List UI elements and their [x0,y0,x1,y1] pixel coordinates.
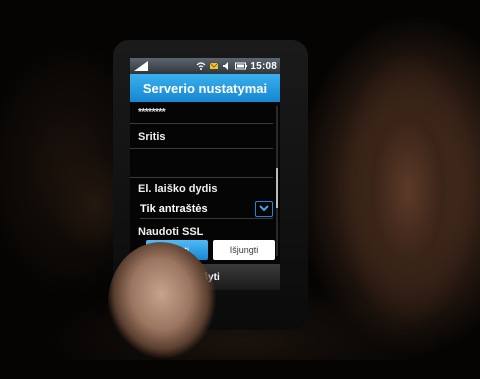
message-icon [210,62,219,69]
settings-list: ******** Sritis El. laiško dydis Tik ant… [130,102,280,262]
right-hand [300,40,480,340]
domain-label: Sritis [138,131,166,143]
ssl-label: Naudoti SSL [138,226,204,238]
battery-icon [235,62,248,70]
signal-icon [134,61,148,71]
page-title: Serverio nustatymai [130,74,280,102]
status-bar: 15:08 [130,58,280,74]
chevron-down-icon[interactable] [255,200,273,217]
domain-field[interactable] [130,149,273,178]
mail-size-selected: Tik antraštės [140,202,208,215]
speaker-icon [223,62,229,70]
scrollbar-thumb[interactable] [276,168,278,208]
ssl-off-button[interactable]: Išjungti [213,240,275,260]
mail-size-label: El. laiško dydis [138,183,218,195]
password-field[interactable]: ******** [130,102,273,124]
wifi-icon [196,62,206,70]
mail-size-dropdown[interactable]: Tik antraštės [140,199,273,219]
status-time: 15:08 [250,60,277,72]
